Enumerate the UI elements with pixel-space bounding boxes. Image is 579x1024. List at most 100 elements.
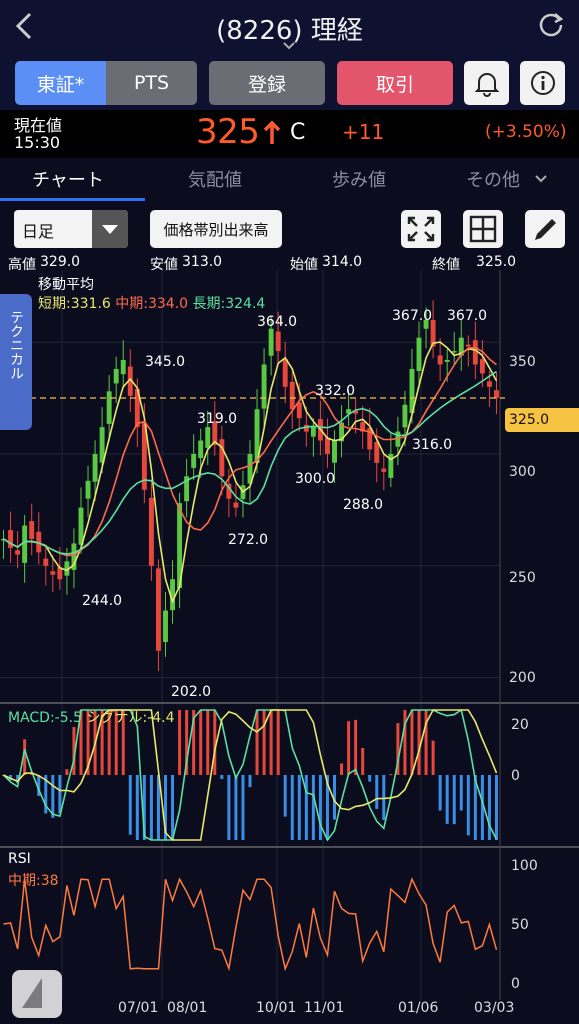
- macd-tick: 0: [511, 768, 520, 784]
- macd-histogram-bar: [304, 775, 308, 840]
- register-button[interactable]: 登録: [209, 61, 325, 105]
- candle-body: [85, 480, 91, 499]
- expand-button[interactable]: [401, 210, 441, 248]
- ma-title: 移動平均: [38, 277, 94, 293]
- price-annotation: 319.0: [197, 411, 237, 427]
- macd-histogram-bar: [149, 775, 153, 840]
- candle-body: [268, 328, 274, 356]
- macd-label: MACD:-5.5 シグナル:-4.4: [8, 707, 175, 727]
- price-change-percent: (+3.50%): [485, 122, 567, 142]
- macd-histogram-bar: [466, 775, 470, 836]
- period-select[interactable]: 日足: [14, 210, 128, 248]
- macd-histogram-bar: [318, 775, 322, 840]
- price-annotation: 364.0: [257, 314, 297, 330]
- info-button[interactable]: [520, 61, 565, 105]
- price-change: +11: [342, 120, 385, 144]
- candle-body: [275, 331, 281, 352]
- candle-body: [296, 402, 302, 419]
- macd-histogram-bar: [438, 775, 442, 811]
- candle-body: [191, 453, 197, 468]
- macd-histogram-bar: [269, 710, 273, 775]
- chevron-down-icon[interactable]: [281, 40, 297, 52]
- macd-histogram-bar: [297, 775, 301, 840]
- price-tick: 200: [509, 670, 536, 686]
- macd-histogram-bar: [276, 710, 280, 775]
- price-annotation: 300.0: [295, 471, 335, 487]
- macd-histogram-bar: [51, 775, 55, 818]
- tab-chart[interactable]: チャート: [32, 166, 104, 192]
- tab-trades[interactable]: 歩み値: [332, 166, 386, 192]
- volume-profile-button[interactable]: 価格帯別出来高: [150, 210, 282, 248]
- macd-histogram-bar: [58, 775, 62, 814]
- macd-histogram-bar: [171, 775, 175, 840]
- macd-histogram-bar: [128, 775, 132, 835]
- rsi-line: [3, 877, 498, 972]
- macd-histogram-bar: [445, 775, 449, 824]
- price-annotation: 272.0: [228, 532, 268, 548]
- macd-histogram-bar: [311, 775, 315, 840]
- price-tick: 350: [509, 354, 536, 370]
- candle-body: [437, 355, 443, 365]
- reload-icon[interactable]: [537, 10, 565, 38]
- date-tick: 03/03: [474, 1000, 514, 1016]
- technical-tab[interactable]: テクニカル: [0, 294, 32, 430]
- draw-button[interactable]: [525, 210, 565, 248]
- macd-histogram-bar: [389, 774, 393, 776]
- tab-board[interactable]: 気配値: [188, 166, 242, 192]
- pts-button[interactable]: PTS: [106, 61, 197, 105]
- macd-histogram-bar: [403, 710, 407, 775]
- rsi-panel: 100 50 0: [3, 858, 538, 992]
- tab-other[interactable]: その他: [466, 166, 520, 192]
- candle-body: [163, 610, 168, 642]
- current-price: 325: [196, 112, 260, 152]
- price-axis: 350 300 250 200: [509, 354, 536, 686]
- candle-body: [472, 340, 478, 365]
- candle-body: [22, 525, 28, 563]
- trade-button[interactable]: 取引: [337, 61, 453, 105]
- macd-histogram-bar: [452, 775, 456, 825]
- tse-button[interactable]: 東証*: [15, 61, 106, 105]
- macd-histogram-bar: [487, 775, 491, 840]
- macd-histogram-bar: [494, 775, 498, 840]
- dropdown-arrow-icon: [92, 210, 128, 248]
- price-annotation: 288.0: [343, 497, 383, 513]
- macd-histogram-bar: [206, 710, 210, 775]
- alert-button[interactable]: [464, 61, 509, 105]
- macd-histogram-bar: [368, 775, 372, 782]
- chart-grid: [0, 270, 579, 1000]
- candle-body: [113, 368, 119, 384]
- open-value: 314.0: [322, 254, 363, 270]
- date-tick: 01/06: [398, 1000, 438, 1016]
- macd-histogram-bar: [248, 775, 252, 788]
- candle-body: [289, 381, 295, 410]
- candle-body: [92, 453, 98, 482]
- price-annotation: 367.0: [447, 308, 487, 324]
- candle-body: [8, 530, 14, 548]
- low-value: 313.0: [182, 254, 223, 270]
- rsi-tick: 0: [511, 976, 520, 992]
- date-tick: 10/01: [256, 1000, 296, 1016]
- ma-mid: 中期:334.0: [115, 296, 189, 312]
- high-value: 329.0: [40, 254, 81, 270]
- scroll-handle[interactable]: [12, 970, 62, 1018]
- macd-histogram-bar: [199, 710, 203, 775]
- chevron-down-icon[interactable]: [534, 174, 548, 184]
- price-chart[interactable]: 345.0 244.0 202.0 319.0 272.0 364.0 332.0 300.0…: [0, 270, 579, 1020]
- macd-histogram-bar: [283, 775, 287, 817]
- ma-values: 短期:331.6 中期:334.0 長期:324.4: [38, 293, 265, 313]
- candle-body: [233, 502, 239, 508]
- price-annotation: 202.0: [171, 684, 211, 700]
- candle-body: [494, 390, 499, 399]
- rsi-mid: 中期:38: [8, 873, 59, 889]
- macd-histogram-bar: [340, 763, 344, 775]
- candle-body: [416, 337, 422, 371]
- bell-icon: [474, 73, 499, 97]
- macd-histogram-bar: [241, 775, 245, 840]
- layout-button[interactable]: [463, 210, 503, 248]
- macd-histogram-bar: [290, 775, 294, 840]
- price-annotation: 367.0: [392, 308, 432, 324]
- candle-body: [282, 359, 288, 387]
- candle-body: [29, 521, 35, 539]
- signal-value: シグナル:-4.4: [86, 710, 175, 726]
- macd-tick: 20: [511, 717, 529, 733]
